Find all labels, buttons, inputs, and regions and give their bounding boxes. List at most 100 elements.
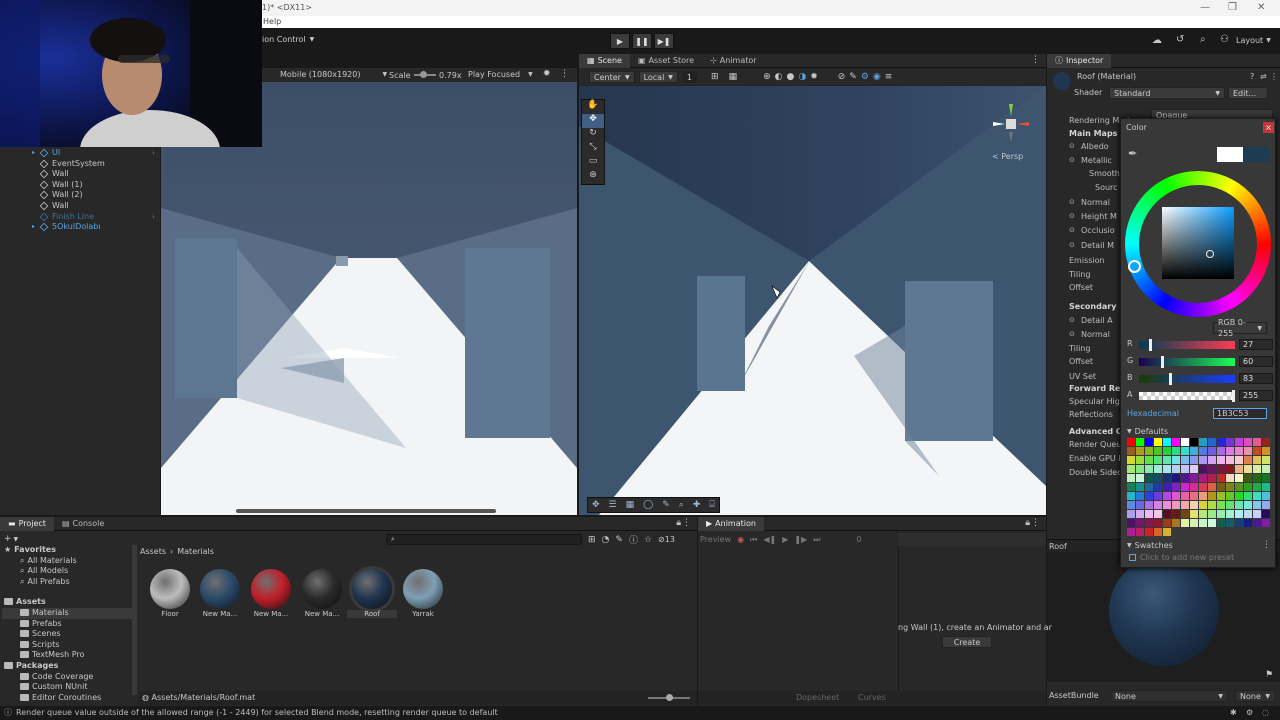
color-mode-dropdown[interactable]: RGB 0-255 ▼ [1213, 318, 1267, 338]
tab-console[interactable]: ▤ Console [54, 517, 112, 531]
prev-key-icon[interactable]: ◀❚ [763, 535, 776, 544]
palette-swatch[interactable] [1208, 474, 1216, 482]
chevron-right-icon[interactable]: ▸ [32, 222, 35, 233]
effects-icon[interactable]: ✹ [810, 72, 818, 82]
timeline-ruler[interactable] [898, 533, 1046, 546]
palette-swatch[interactable] [1172, 447, 1180, 455]
packages-section[interactable]: Packages [2, 661, 132, 672]
play-button[interactable]: ▶ [610, 33, 630, 49]
palette-swatch[interactable] [1136, 510, 1144, 518]
layout-icon[interactable]: ☰ [609, 500, 617, 510]
palette-swatch[interactable] [1181, 501, 1189, 509]
palette-swatch[interactable] [1226, 501, 1234, 509]
layers-icon[interactable]: ≡ [885, 72, 893, 82]
resolution-dropdown[interactable]: Mobile (1080x1920) ▼ [280, 70, 387, 79]
texture-slot-icon[interactable]: ⊙ [1069, 210, 1075, 223]
channel-value-input[interactable]: 255 [1239, 390, 1273, 401]
palette-swatch[interactable] [1208, 483, 1216, 491]
palette-swatch[interactable] [1127, 465, 1135, 473]
create-button[interactable]: + ▼ [4, 534, 18, 544]
lock-icon[interactable]: 🔒︎ [676, 518, 681, 528]
palette-swatch[interactable] [1253, 483, 1261, 491]
hierarchy-item[interactable]: Finish Line › [0, 212, 160, 223]
palette-swatch[interactable] [1217, 474, 1225, 482]
palette-swatch[interactable] [1208, 492, 1216, 500]
palette-swatch[interactable] [1235, 501, 1243, 509]
game-scrollbar[interactable] [236, 509, 496, 513]
hex-input[interactable]: 1B3C53 [1213, 408, 1267, 419]
preset-icon[interactable]: ⇌ [1260, 72, 1267, 81]
palette-swatch[interactable] [1190, 519, 1198, 527]
material-label[interactable]: Floor [145, 610, 195, 618]
palette-swatch[interactable] [1127, 528, 1135, 536]
breadcrumb-assets[interactable]: Assets [140, 547, 166, 556]
asset-folder[interactable]: TextMesh Pro [2, 650, 132, 661]
palette-swatch[interactable] [1145, 492, 1153, 500]
texture-slot-icon[interactable]: ⊙ [1069, 154, 1075, 167]
chevron-right-icon[interactable]: › [152, 212, 155, 223]
hue-handle[interactable] [1128, 260, 1141, 273]
tab-project[interactable]: ▬ Project [0, 516, 54, 531]
palette-swatch[interactable] [1181, 456, 1189, 464]
texture-slot-icon[interactable]: ⊙ [1069, 239, 1075, 252]
channel-track[interactable] [1139, 356, 1235, 368]
package-folder[interactable]: Code Coverage [2, 672, 132, 683]
palette-swatch[interactable] [1235, 465, 1243, 473]
palette-swatch[interactable] [1253, 474, 1261, 482]
paint-icon[interactable]: ✎ [662, 500, 670, 510]
perspective-label[interactable]: < Persp [992, 152, 1023, 161]
palette-swatch[interactable] [1172, 438, 1180, 446]
palette-swatch[interactable] [1262, 456, 1270, 464]
hidden-packages-count[interactable]: ⊘13 [658, 535, 675, 544]
palette-swatch[interactable] [1262, 492, 1270, 500]
palette-swatch[interactable] [1226, 474, 1234, 482]
favorite-item[interactable]: ⌕ All Models [2, 566, 132, 577]
hierarchy-item[interactable]: ▸ UI › [0, 148, 160, 159]
palette-swatch[interactable] [1244, 501, 1252, 509]
pivot-dropdown[interactable]: Center ▼ [589, 71, 635, 83]
palette-swatch[interactable] [1163, 492, 1171, 500]
create-animator-button[interactable]: Create [942, 636, 992, 648]
palette-swatch[interactable] [1145, 510, 1153, 518]
globe-icon[interactable]: ⊕ [763, 72, 771, 82]
palette-swatch[interactable] [1172, 501, 1180, 509]
pivot-icon[interactable]: ✚ [693, 500, 701, 510]
more-options-icon[interactable]: ⋮ [560, 69, 569, 79]
channel-handle[interactable] [1160, 356, 1164, 368]
palette-swatch[interactable] [1172, 492, 1180, 500]
channel-value-input[interactable]: 27 [1239, 339, 1273, 350]
help-icon[interactable]: ? [1250, 72, 1254, 81]
more-options-icon[interactable]: ⋮ [682, 518, 691, 528]
channel-track[interactable] [1139, 390, 1235, 402]
material-label[interactable]: Roof [347, 610, 397, 618]
palette-swatch[interactable] [1244, 492, 1252, 500]
palette-swatch[interactable] [1235, 447, 1243, 455]
pause-button[interactable]: ❚❚ [632, 33, 652, 49]
palette-swatch[interactable] [1154, 501, 1162, 509]
play-focused-dropdown[interactable]: Play Focused ▼ [468, 70, 533, 79]
eye-icon[interactable]: ◉ [873, 72, 881, 82]
palette-swatch[interactable] [1262, 438, 1270, 446]
palette-swatch[interactable] [1163, 465, 1171, 473]
palette-swatch[interactable] [1136, 483, 1144, 491]
record-icon[interactable]: ◉ [737, 535, 744, 544]
chevron-right-icon[interactable]: ▸ [32, 148, 35, 159]
palette-swatch[interactable] [1244, 474, 1252, 482]
palette-swatch[interactable] [1235, 456, 1243, 464]
material-label[interactable]: New Ma... [246, 610, 296, 618]
texture-slot-icon[interactable]: ⊙ [1069, 224, 1075, 237]
version-control-dropdown[interactable]: ion Control ▼ [262, 35, 314, 44]
palette-swatch[interactable] [1181, 438, 1189, 446]
palette-swatch[interactable] [1136, 456, 1144, 464]
palette-swatch[interactable] [1208, 438, 1216, 446]
preview-toggle[interactable]: Preview [700, 535, 731, 544]
palette-swatch[interactable] [1208, 447, 1216, 455]
palette-swatch[interactable] [1181, 483, 1189, 491]
move-icon[interactable]: ✥ [592, 500, 600, 510]
orientation-gizmo[interactable] [991, 102, 1031, 148]
palette-swatch[interactable] [1154, 456, 1162, 464]
favorites-section[interactable]: ★ Favorites [2, 545, 132, 556]
rotate-tool-icon[interactable]: ↻ [582, 128, 604, 142]
palette-swatch[interactable] [1181, 474, 1189, 482]
material-thumbnail[interactable] [200, 569, 240, 609]
